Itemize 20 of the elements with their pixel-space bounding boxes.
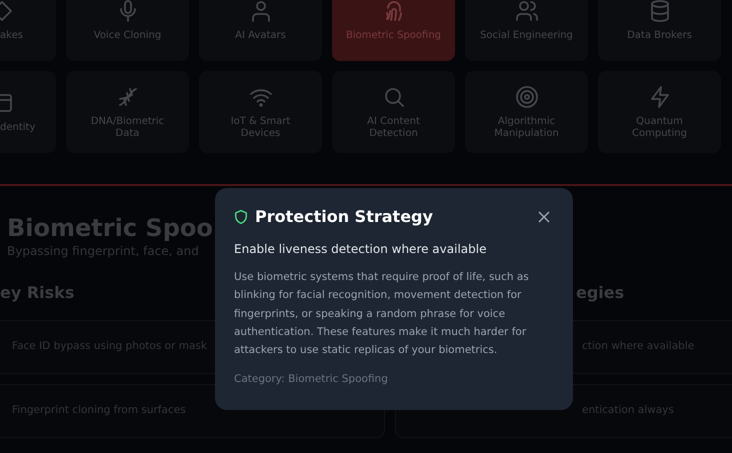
category-card[interactable]: AI Avatars (199, 0, 322, 61)
category-card[interactable]: dentity (0, 71, 56, 153)
category-card[interactable]: IoT & Smart Devices (199, 71, 322, 153)
category-card[interactable]: Data Brokers (598, 0, 721, 61)
category-card[interactable]: akes (0, 0, 56, 61)
category-card[interactable]: AI Content Detection (332, 71, 455, 153)
category-card[interactable]: Voice Cloning (66, 0, 189, 61)
dialog-title: Protection Strategy (255, 206, 433, 228)
dialog-body: Use biometric systems that require proof of life, such as blinking for facial recognition, movement detection for fingerprints, or speaking a random phrase for voice authentication. These features make it much harder for attackers to use static replicas of your biometrics. (234, 270, 530, 358)
category-card[interactable]: Quantum Computing (598, 71, 721, 153)
category-card[interactable]: DNA/Biometric Data (66, 71, 189, 153)
shield-icon (234, 209, 248, 225)
dialog-category: Category: Biometric Spoofing (234, 372, 389, 388)
category-card[interactable]: Biometric Spoofing (332, 0, 455, 61)
close-button[interactable] (536, 209, 552, 225)
people-icon (514, 0, 538, 22)
category-card[interactable]: Social Engineering (465, 0, 588, 61)
dialog-subtitle: Enable liveness detection where available (234, 241, 488, 258)
target-icon (514, 84, 538, 108)
category-card[interactable]: Algorithmic Manipulation (465, 71, 588, 153)
